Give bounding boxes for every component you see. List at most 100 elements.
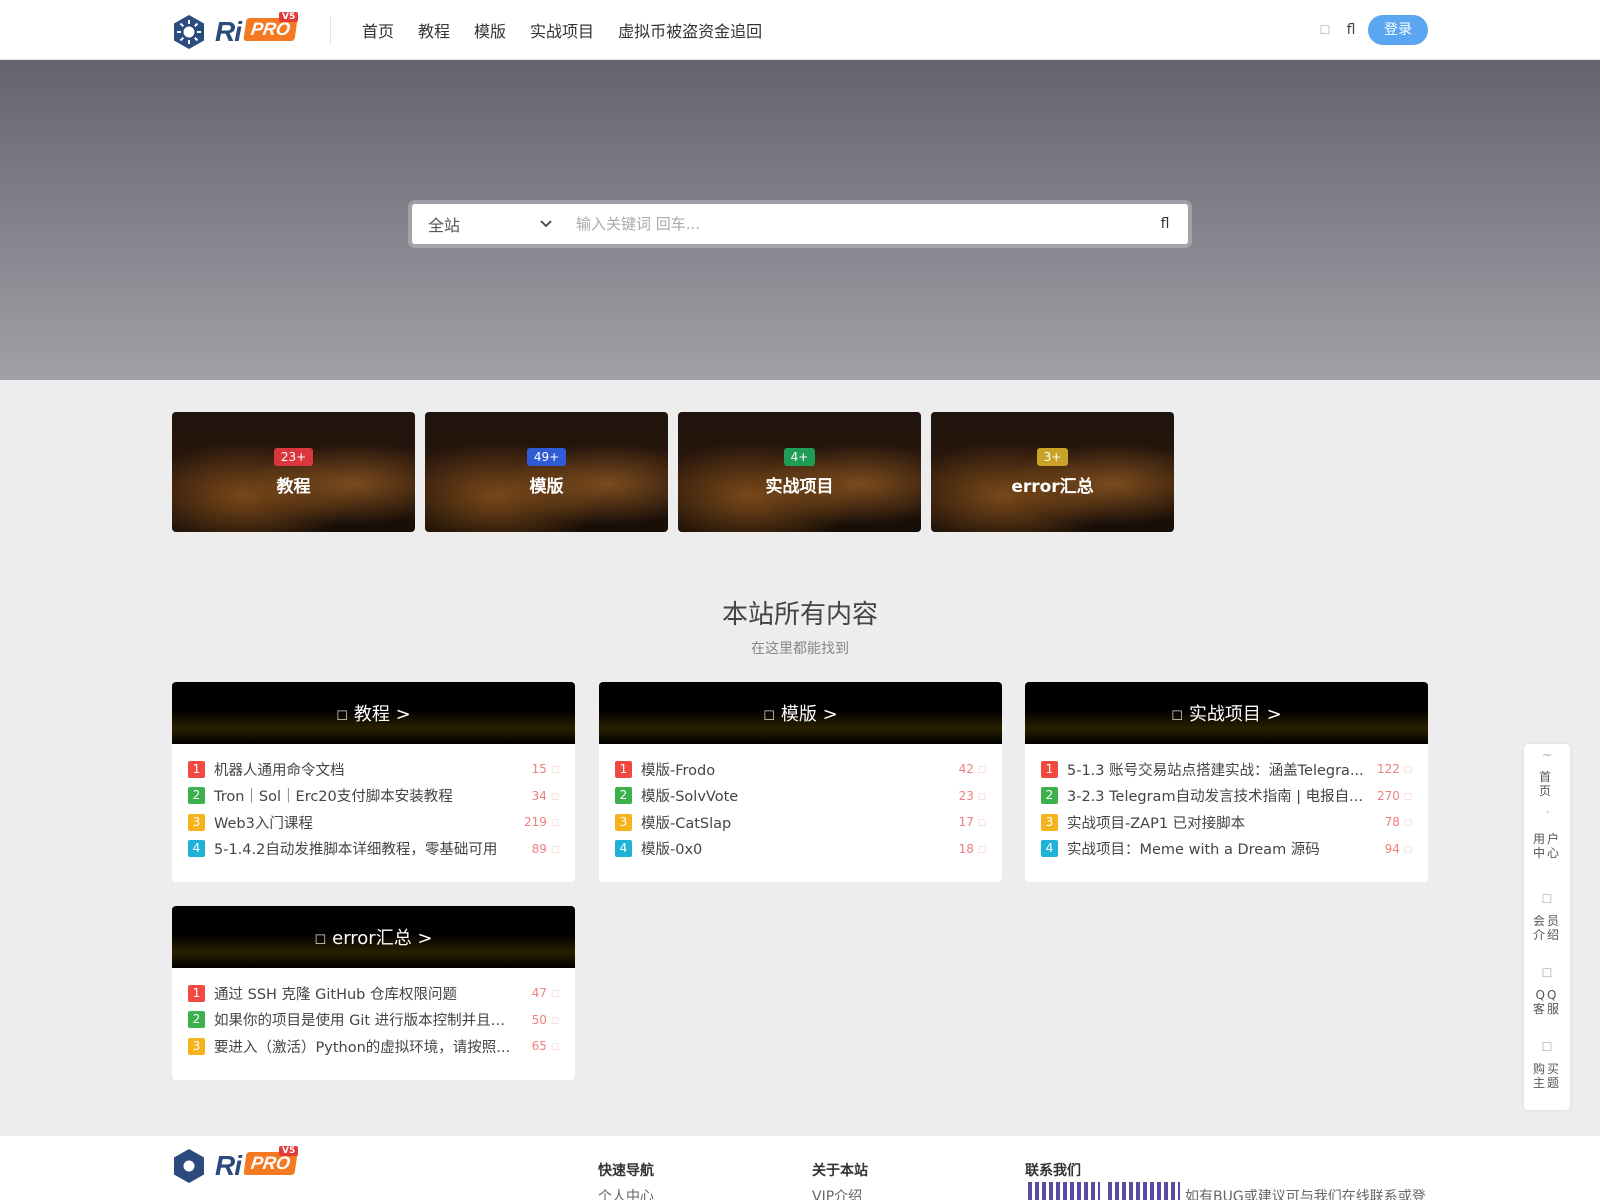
post-title: 实战项目：Meme with a Dream 源码 — [1067, 842, 1320, 859]
hero-banner: 全站 fl — [0, 60, 1600, 380]
category-card-templates[interactable]: 49+ 模版 — [425, 412, 668, 532]
post-box-header[interactable]: ☐ 教程 > — [172, 682, 575, 744]
eye-icon: ☐ — [550, 1016, 559, 1027]
post-views: 219 — [524, 815, 547, 830]
category-name: 教程 — [276, 476, 311, 497]
header-divider — [330, 16, 331, 44]
search-bar: 全站 fl — [412, 204, 1188, 244]
category-count-badge: 3+ — [1036, 447, 1069, 466]
post-title: 模版-CatSlap — [641, 815, 732, 832]
chevron-down-icon — [540, 217, 552, 231]
site-logo[interactable]: Ri PRO V5 — [171, 12, 299, 49]
logo-ri-text: Ri — [215, 1150, 242, 1181]
search-submit-icon[interactable]: fl — [1142, 204, 1188, 244]
post-box-title: 实战项目 > — [1188, 704, 1282, 725]
nav-projects[interactable]: 实战项目 — [530, 18, 594, 42]
eye-icon: ☐ — [550, 1043, 559, 1054]
float-vip[interactable]: ☐ 会员介绍 — [1524, 892, 1570, 942]
qr-code-image — [1108, 1182, 1180, 1200]
post-item[interactable]: 3 模版-CatSlap 17 ☐ — [615, 809, 986, 836]
eye-icon: ☐ — [550, 766, 559, 777]
diamond-icon: ☐ — [1541, 892, 1553, 906]
category-count-badge: 4+ — [783, 447, 816, 466]
post-item[interactable]: 1 5-1.3 账号交易站点搭建实战：涵盖Telegra... 122 ☐ — [1041, 756, 1412, 783]
post-item[interactable]: 4 模版-0x0 18 ☐ — [615, 836, 986, 863]
folder-icon: ☐ — [763, 709, 775, 724]
post-item[interactable]: 4 5-1.4.2自动发推脚本详细教程，零基础可用 89 ☐ — [188, 836, 559, 863]
post-title: 模版-Frodo — [641, 762, 716, 779]
eye-icon: ☐ — [550, 792, 559, 803]
post-box-templates: ☐ 模版 > 1 模版-Frodo 42 ☐ 2 模版-SolvVote 23 ☐ 3 模版-C… — [599, 682, 1002, 882]
qq-icon: ☐ — [1541, 966, 1553, 980]
footer-link[interactable]: VIP介绍 — [812, 1189, 862, 1200]
post-item[interactable]: 2 Tron｜Sol｜Erc20支付脚本安装教程 34 ☐ — [188, 783, 559, 810]
post-item[interactable]: 1 机器人通用命令文档 15 ☐ — [188, 756, 559, 783]
post-views: 65 — [531, 1039, 547, 1054]
eye-icon: ☐ — [550, 819, 559, 830]
eye-icon: ☐ — [977, 766, 986, 777]
post-item[interactable]: 3 要进入（激活）Python的虚拟环境，请按照... 65 ☐ — [188, 1033, 559, 1060]
category-count-badge: 49+ — [526, 447, 567, 466]
post-box-header[interactable]: ☐ 实战项目 > — [1025, 682, 1428, 744]
folder-icon: ☐ — [314, 933, 327, 948]
logo-version-badge: V5 — [279, 1146, 299, 1156]
post-item[interactable]: 2 模版-SolvVote 23 ☐ — [615, 783, 986, 810]
post-views: 17 — [958, 815, 974, 830]
category-card-projects[interactable]: 4+ 实战项目 — [678, 412, 921, 532]
float-label: QQ客服 — [1533, 988, 1562, 1016]
user-icon: ˊ — [1544, 810, 1550, 824]
folder-icon: ☐ — [1171, 709, 1183, 724]
eye-icon: ☐ — [550, 845, 559, 856]
category-count-badge: 23+ — [273, 447, 314, 466]
post-box-header[interactable]: ☐ 模版 > — [599, 682, 1002, 744]
header-actions: ☐ fl 登录 — [1316, 15, 1428, 45]
float-buy-theme[interactable]: ☐ 购买主题 — [1524, 1040, 1570, 1090]
footer-contact-text: 如有BUG或建议可与我们在线联系或登 — [1185, 1189, 1426, 1200]
category-card-errors[interactable]: 3+ error汇总 — [931, 412, 1174, 532]
eye-icon: ☐ — [1403, 819, 1412, 830]
post-item[interactable]: 1 模版-Frodo 42 ☐ — [615, 756, 986, 783]
post-title: 要进入（激活）Python的虚拟环境，请按照... — [214, 1039, 511, 1056]
post-box-header[interactable]: ☐ error汇总 > — [172, 906, 575, 968]
nav-templates[interactable]: 模版 — [474, 18, 506, 42]
post-views: 47 — [531, 986, 547, 1001]
float-home[interactable]: ~ 首页 — [1524, 748, 1570, 798]
post-title: 如果你的项目是使用 Git 进行版本控制并且你... — [214, 1013, 513, 1030]
moon-icon[interactable]: ☐ — [1316, 21, 1334, 39]
footer-logo[interactable]: Ri PRO V5 — [171, 1146, 299, 1183]
float-user-center[interactable]: ˊ 用户中心 — [1524, 810, 1570, 860]
post-title: 模版-SolvVote — [641, 789, 739, 806]
post-item[interactable]: 3 Web3入门课程 219 ☐ — [188, 809, 559, 836]
float-label: 会员介绍 — [1533, 914, 1562, 942]
post-item[interactable]: 4 实战项目：Meme with a Dream 源码 94 ☐ — [1041, 836, 1412, 863]
post-box-projects: ☐ 实战项目 > 1 5-1.3 账号交易站点搭建实战：涵盖Telegra... 12… — [1025, 682, 1428, 882]
search-icon[interactable]: fl — [1342, 21, 1360, 39]
post-box-tutorials: ☐ 教程 > 1 机器人通用命令文档 15 ☐ 2 Tron｜Sol｜Erc20支付脚本安… — [172, 682, 575, 882]
float-qq[interactable]: ☐ QQ客服 — [1524, 966, 1570, 1016]
post-item[interactable]: 3 实战项目-ZAP1 已对接脚本 78 ☐ — [1041, 809, 1412, 836]
cart-icon: ☐ — [1541, 1040, 1553, 1054]
post-item[interactable]: 2 如果你的项目是使用 Git 进行版本控制并且你... 50 ☐ — [188, 1007, 559, 1034]
login-button[interactable]: 登录 — [1368, 15, 1428, 45]
nav-tutorials[interactable]: 教程 — [418, 18, 450, 42]
nav-crypto-recovery[interactable]: 虚拟币被盗资金追回 — [618, 18, 762, 42]
section-subtitle: 在这里都能找到 — [751, 641, 849, 657]
category-card-tutorials[interactable]: 23+ 教程 — [172, 412, 415, 532]
post-views: 78 — [1384, 815, 1400, 830]
logo-version-badge: V5 — [279, 12, 299, 22]
post-box-title: error汇总 > — [332, 928, 433, 949]
post-item[interactable]: 1 通过 SSH 克隆 GitHub 仓库权限问题 47 ☐ — [188, 980, 559, 1007]
nav-home[interactable]: 首页 — [362, 18, 394, 42]
search-input[interactable] — [568, 204, 1142, 244]
post-box-title: 教程 > — [353, 704, 411, 725]
footer-link[interactable]: 个人中心 — [598, 1189, 654, 1200]
search-scope-select[interactable]: 全站 — [412, 204, 568, 244]
post-views: 42 — [958, 762, 974, 777]
logo-sun-icon — [174, 15, 204, 49]
post-item[interactable]: 2 3-2.3 Telegram自动发言技术指南 | 电报自... 270 ☐ — [1041, 783, 1412, 810]
eye-icon: ☐ — [1403, 792, 1412, 803]
post-views: 23 — [958, 788, 974, 803]
category-name: 模版 — [529, 476, 564, 497]
float-label: 用户中心 — [1533, 832, 1562, 860]
eye-icon: ☐ — [1403, 845, 1412, 856]
